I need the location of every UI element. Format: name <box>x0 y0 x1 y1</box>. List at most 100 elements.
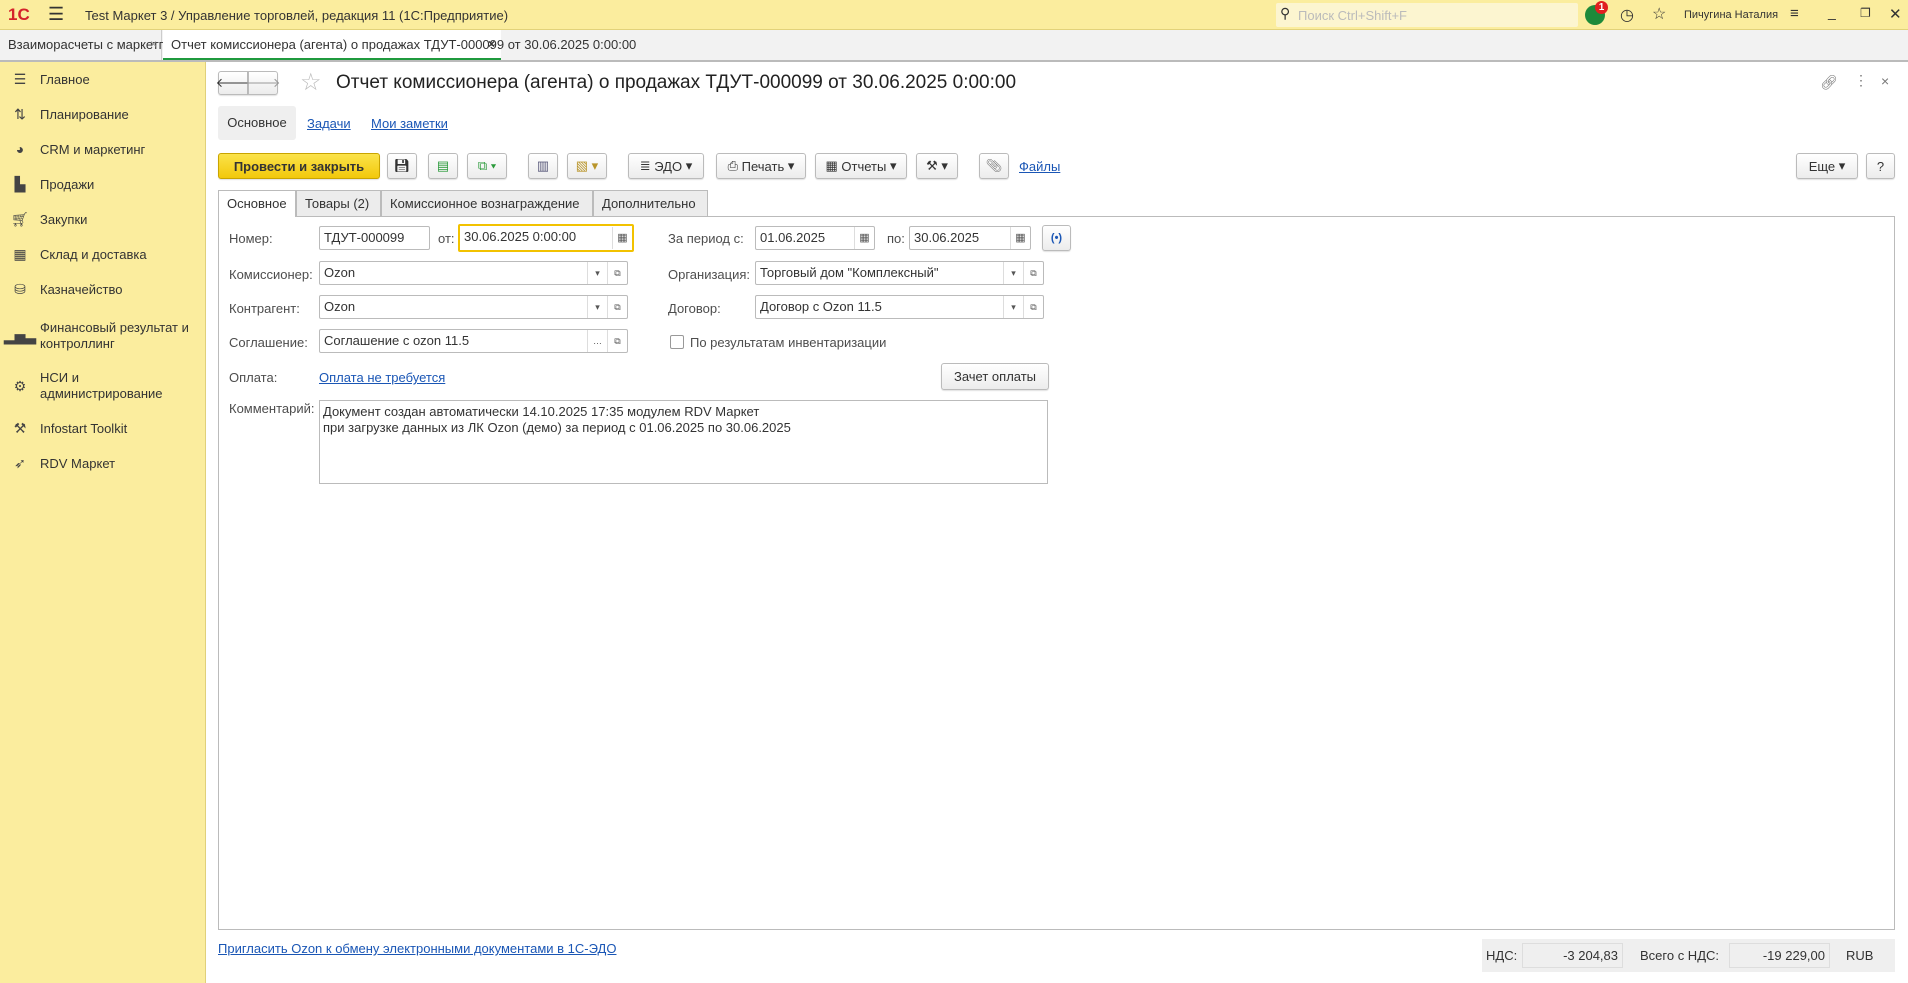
agreement-input[interactable]: Соглашение с ozon 11.5 … ⧉ <box>319 329 628 353</box>
inventory-label: По результатам инвентаризации <box>690 335 887 350</box>
search-input[interactable]: ⚲ Поиск Ctrl+Shift+F <box>1276 3 1578 27</box>
currency-label: RUB <box>1846 948 1874 963</box>
open-icon[interactable]: ⧉ <box>1023 262 1043 284</box>
files-link[interactable]: Файлы <box>1019 159 1060 174</box>
number-input[interactable]: ТДУТ-000099 <box>319 226 430 250</box>
more-button[interactable]: Еще ▾ <box>1796 153 1858 179</box>
inventory-checkbox[interactable] <box>670 335 684 349</box>
user-name[interactable]: Пичугина Наталия <box>1684 9 1778 21</box>
subnav-tasks[interactable]: Задачи <box>307 116 351 131</box>
field-value: Ozon <box>324 265 356 280</box>
pie-chart-icon: ◕ <box>15 141 25 157</box>
save-icon[interactable]: 💾︎ <box>387 153 417 179</box>
open-icon[interactable]: ⧉ <box>1023 296 1043 318</box>
related-documents-icon[interactable]: ▧ ▾ <box>567 153 607 179</box>
sidebar-item-finance[interactable]: ▂▅▃ Финансовый результат и контроллинг <box>0 318 206 354</box>
menu-icon[interactable]: ☰ <box>48 4 64 25</box>
settings-menu-icon[interactable]: ≡ <box>1790 5 1799 22</box>
sidebar-item-rdv[interactable]: ➶ RDV Маркет <box>0 453 206 473</box>
select-ellipsis-icon[interactable]: … <box>587 330 607 352</box>
close-tab-icon[interactable]: × <box>488 37 495 51</box>
comment-line: Документ создан автоматически 14.10.2025… <box>323 404 760 419</box>
date-input[interactable]: 30.06.2025 0:00:00 ▦ <box>458 224 634 252</box>
payment-link[interactable]: Оплата не требуется <box>319 370 445 385</box>
chevron-down-icon[interactable]: ▾ <box>587 296 607 318</box>
sidebar-item-purchases[interactable]: 🛒︎ Закупки <box>0 209 206 229</box>
contract-input[interactable]: Договор с Ozon 11.5 ▾ ⧉ <box>755 295 1044 319</box>
attachment-icon[interactable]: 📎︎ <box>979 153 1009 179</box>
comment-textarea[interactable]: Документ создан автоматически 14.10.2025… <box>319 400 1048 484</box>
period-from-input[interactable]: 01.06.2025 ▦ <box>755 226 875 250</box>
payment-label: Оплата: <box>229 370 278 385</box>
shopping-bag-icon: ▙ <box>14 175 26 192</box>
post-icon[interactable]: ▤ <box>428 153 458 179</box>
vat-value: -3 204,83 <box>1522 943 1623 968</box>
close-tab-icon[interactable]: × <box>150 37 157 51</box>
document-movements-icon[interactable]: ▥ <box>528 153 558 179</box>
close-form-icon[interactable]: × <box>1881 73 1889 89</box>
comment-line: при загрузке данных из ЛК Ozon (демо) за… <box>323 420 791 435</box>
open-icon[interactable]: ⧉ <box>607 330 627 352</box>
forward-button[interactable]: 🡒 <box>246 71 280 95</box>
create-based-on-icon[interactable]: ⧉ ▾ <box>467 153 507 179</box>
minimize-icon[interactable]: _ <box>1828 4 1836 20</box>
tools-icon: ⚒ <box>13 419 27 436</box>
sidebar-item-crm[interactable]: ◕ CRM и маркетинг <box>0 139 206 159</box>
more-vertical-icon[interactable]: ⋮ <box>1854 72 1868 89</box>
restore-icon[interactable]: ❐ <box>1860 6 1871 20</box>
sidebar-item-admin[interactable]: ⚙ НСИ и администрирование <box>0 368 206 404</box>
calendar-icon[interactable]: ▦ <box>854 227 874 249</box>
sidebar-item-sales[interactable]: ▙ Продажи <box>0 174 206 194</box>
counterparty-input[interactable]: Ozon ▾ ⧉ <box>319 295 628 319</box>
payment-offset-button[interactable]: Зачет оплаты <box>941 363 1049 390</box>
subnav-main[interactable]: Основное <box>218 106 296 140</box>
sidebar-item-treasury[interactable]: ⛁ Казначейство <box>0 279 206 299</box>
edo-button[interactable]: ≣ ЭДО ▾ <box>628 153 704 179</box>
notifications-icon[interactable]: 1 <box>1585 1 1608 25</box>
chevron-down-icon[interactable]: ▾ <box>1003 262 1023 284</box>
value-text: -19 229,00 <box>1762 948 1825 963</box>
close-window-icon[interactable]: ✕ <box>1889 5 1902 23</box>
open-icon[interactable]: ⧉ <box>607 262 627 284</box>
sidebar-item-label: НСИ и администрирование <box>40 370 163 401</box>
field-value: 30.06.2025 <box>914 230 980 245</box>
period-to-label: по: <box>887 231 905 246</box>
edo-invite-link[interactable]: Пригласить Ozon к обмену электронными до… <box>218 941 616 956</box>
warehouse-icon: ▦ <box>13 245 27 262</box>
period-select-button[interactable]: (•) <box>1042 225 1071 251</box>
sidebar-item-label: Закупки <box>40 211 88 227</box>
tab-label: Отчет комиссионера (агента) о продажах Т… <box>171 37 637 52</box>
back-button[interactable]: 🡐 <box>216 71 250 95</box>
favorite-star-icon[interactable]: ☆ <box>300 68 322 97</box>
bar-chart-icon: ▂▅▃ <box>3 327 37 344</box>
favorites-star-icon[interactable]: ☆ <box>1652 4 1666 24</box>
organization-input[interactable]: Торговый дом "Комплексный" ▾ ⧉ <box>755 261 1044 285</box>
reports-button[interactable]: ▦ Отчеты ▾ <box>815 153 907 179</box>
subnav-notes[interactable]: Мои заметки <box>371 116 448 131</box>
sidebar-item-infostart[interactable]: ⚒ Infostart Toolkit <box>0 418 206 438</box>
button-label: Печать <box>741 158 785 174</box>
chevron-down-icon[interactable]: ▾ <box>587 262 607 284</box>
commissioner-input[interactable]: Ozon ▾ ⧉ <box>319 261 628 285</box>
window-tab-settlements[interactable]: Взаиморасчеты с маркетплейсами <box>0 30 218 60</box>
help-button[interactable]: ? <box>1866 153 1895 179</box>
print-button[interactable]: ⎙ Печать ▾ <box>716 153 806 179</box>
calendar-icon[interactable]: ▦ <box>612 227 632 249</box>
tab-commission[interactable]: Комиссионное вознаграждение <box>381 190 593 216</box>
tab-goods[interactable]: Товары (2) <box>296 190 381 216</box>
window-tab-report[interactable]: Отчет комиссионера (агента) о продажах Т… <box>163 30 636 60</box>
sidebar-item-main[interactable]: ☰ Главное <box>0 69 206 89</box>
chevron-down-icon[interactable]: ▾ <box>1003 296 1023 318</box>
tools-icon[interactable]: ⚒ ▾ <box>916 153 958 179</box>
calendar-icon[interactable]: ▦ <box>1010 227 1030 249</box>
sidebar-item-planning[interactable]: ⇅ Планирование <box>0 104 206 124</box>
link-icon[interactable]: 🔗︎ <box>1820 74 1838 91</box>
history-icon[interactable]: ◷ <box>1620 5 1634 25</box>
post-and-close-button[interactable]: Провести и закрыть <box>218 153 380 179</box>
notification-badge: 1 <box>1595 1 1608 14</box>
period-to-input[interactable]: 30.06.2025 ▦ <box>909 226 1031 250</box>
open-icon[interactable]: ⧉ <box>607 296 627 318</box>
tab-additional[interactable]: Дополнительно <box>593 190 708 216</box>
tab-main[interactable]: Основное <box>218 190 296 217</box>
sidebar-item-warehouse[interactable]: ▦ Склад и доставка <box>0 244 206 264</box>
